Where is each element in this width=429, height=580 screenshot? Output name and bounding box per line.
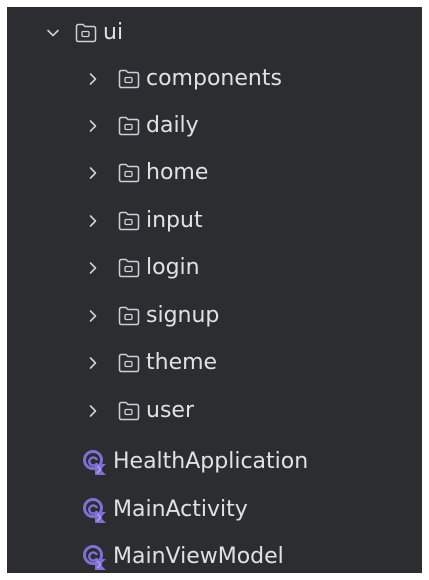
chevron-right-icon[interactable] xyxy=(86,166,100,180)
tree-node-input[interactable]: input xyxy=(7,201,422,241)
folder-icon xyxy=(118,306,140,326)
tree-node-label: HealthApplication xyxy=(113,449,309,474)
folder-icon xyxy=(118,401,140,421)
folder-icon xyxy=(118,116,140,136)
tree-node-label: signup xyxy=(146,303,220,328)
tree-node-user[interactable]: user xyxy=(7,391,422,431)
tree-node-components[interactable]: components xyxy=(7,59,422,99)
tree-node-label: user xyxy=(146,398,194,423)
tree-node-label: home xyxy=(146,160,209,185)
tree-node-home[interactable]: home xyxy=(7,153,422,193)
folder-icon xyxy=(118,211,140,231)
kotlin-class-icon xyxy=(81,543,109,571)
folder-icon xyxy=(75,23,97,43)
tree-node-healthapplication[interactable]: HealthApplication xyxy=(7,442,422,482)
tree-node-daily[interactable]: daily xyxy=(7,106,422,146)
chevron-right-icon[interactable] xyxy=(86,214,100,228)
tree-node-label: MainActivity xyxy=(113,497,248,522)
chevron-down-icon[interactable] xyxy=(46,26,60,40)
chevron-right-icon[interactable] xyxy=(86,356,100,370)
tree-node-label: components xyxy=(146,66,282,91)
folder-icon xyxy=(118,163,140,183)
chevron-right-icon[interactable] xyxy=(86,309,100,323)
tree-node-label: theme xyxy=(146,350,218,375)
kotlin-class-icon xyxy=(81,448,109,476)
chevron-right-icon[interactable] xyxy=(86,404,100,418)
chevron-right-icon[interactable] xyxy=(86,72,100,86)
tree-node-ui[interactable]: ui xyxy=(7,13,422,53)
tree-node-mainviewmodel[interactable]: MainViewModel xyxy=(7,537,422,577)
folder-icon xyxy=(118,258,140,278)
tree-node-theme[interactable]: theme xyxy=(7,343,422,383)
tree-node-mainactivity[interactable]: MainActivity xyxy=(7,490,422,530)
tree-node-login[interactable]: login xyxy=(7,248,422,288)
kotlin-class-icon xyxy=(81,496,109,524)
folder-icon xyxy=(118,353,140,373)
tree-node-label: MainViewModel xyxy=(113,544,284,569)
tree-node-signup[interactable]: signup xyxy=(7,296,422,336)
tree-node-label: input xyxy=(146,208,203,233)
chevron-right-icon[interactable] xyxy=(86,261,100,275)
tree-node-label: daily xyxy=(146,113,199,138)
tree-node-label: ui xyxy=(103,20,124,45)
tree-node-label: login xyxy=(146,255,200,280)
project-tree-panel: ui components daily home input login sig… xyxy=(7,7,422,573)
chevron-right-icon[interactable] xyxy=(86,119,100,133)
folder-icon xyxy=(118,69,140,89)
